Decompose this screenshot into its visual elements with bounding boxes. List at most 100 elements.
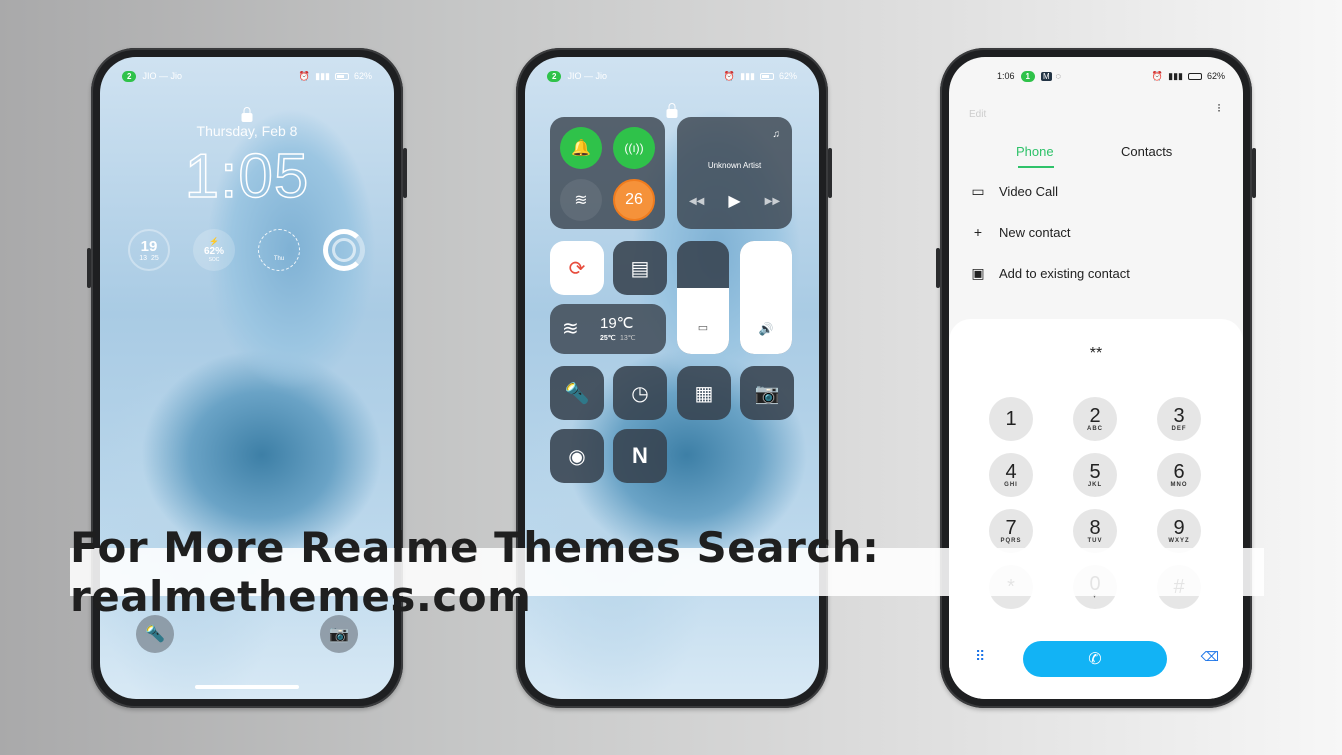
lock-icon — [666, 103, 678, 118]
battery-icon — [334, 72, 349, 80]
edit-button[interactable]: Edit — [969, 109, 986, 120]
battery-widget[interactable]: ⚡ 62% SOC — [193, 229, 235, 271]
tab-contacts[interactable]: Contacts — [1121, 144, 1172, 159]
wind-icon: ≋ — [562, 318, 579, 340]
timer-icon: ◷ — [631, 382, 649, 405]
key-3[interactable]: 3 DEF — [1157, 397, 1201, 441]
menu-add-existing[interactable]: ▣ Add to existing contact — [971, 265, 1130, 282]
wifi-toggle[interactable]: ≋ — [560, 179, 602, 221]
tab-indicator — [1018, 166, 1054, 168]
volume-slider[interactable]: 🔊 — [740, 241, 792, 354]
key-letters: DEF — [1171, 426, 1187, 432]
charge-icon: ⚡ — [209, 237, 219, 246]
battery-widget-value: 62% — [203, 246, 224, 257]
menu-label: Add to existing contact — [999, 266, 1130, 281]
connectivity-panel: 🔔 ((ı)) ≋ 26 — [550, 117, 665, 229]
timer-button[interactable]: ◷ — [613, 366, 667, 420]
signal-icon: ▮▮▮ — [315, 70, 330, 81]
media-artist: Unknown Artist — [707, 161, 762, 170]
dialpad-toggle-icon[interactable]: ⠿ — [975, 648, 985, 665]
key-digit: 4 — [1005, 461, 1017, 483]
hotspot-pill: 2 — [547, 70, 562, 82]
hotspot-pill: 1 — [1020, 70, 1035, 82]
calculator-icon: ▦ — [694, 382, 714, 405]
menu-video-call[interactable]: ▭ Video Call — [971, 183, 1058, 200]
weather-high: 25℃ — [600, 335, 616, 342]
previous-button[interactable]: ◀◀ — [689, 196, 704, 207]
rotation-lock-icon: ⟳ — [568, 257, 586, 280]
lock-time: 1:05 — [184, 141, 310, 212]
weather-temp: 19℃ — [600, 315, 634, 332]
weather-low: 13 — [139, 255, 148, 262]
status-bar: 1:06 1 M ◌ ⏰ ▮▮▮ 62% — [997, 69, 1225, 83]
flashlight-button[interactable]: 🔦 — [550, 366, 604, 420]
bell-icon: 🔔 — [571, 140, 591, 157]
weather-widget[interactable]: 19 13 25 — [128, 229, 170, 271]
battery-percent: 62% — [778, 71, 797, 81]
flashlight-icon: 🔦 — [145, 626, 165, 643]
app-icon-2: ◌ — [1055, 71, 1062, 81]
signal-icon: ▮▮▮ — [740, 70, 755, 81]
battery-percent: 62% — [1206, 71, 1225, 81]
key-4[interactable]: 4 GHI — [989, 453, 1033, 497]
more-options-icon[interactable]: ⁝ — [1217, 102, 1221, 114]
dialpad: ** 12ABC3DEF4GHI5JKL6MNO7PQRS8TUV9WXYZ*0… — [949, 319, 1243, 699]
alarm-icon: ⏰ — [1151, 70, 1164, 81]
key-5[interactable]: 5 JKL — [1073, 453, 1117, 497]
tab-phone[interactable]: Phone — [1016, 144, 1054, 159]
key-6[interactable]: 6 MNO — [1157, 453, 1201, 497]
key-letters: ABC — [1087, 426, 1103, 432]
call-button[interactable]: ✆ — [1023, 641, 1167, 677]
battery-icon — [1187, 72, 1202, 80]
key-digit: 2 — [1089, 405, 1101, 427]
hotspot-pill: 2 — [122, 70, 137, 82]
activity-widget[interactable] — [323, 229, 365, 271]
menu-new-contact[interactable]: + New contact — [971, 224, 1071, 240]
nfc-icon: N — [632, 443, 648, 468]
alarm-icon: ⏰ — [298, 70, 311, 81]
battery-percent: 62% — [353, 71, 372, 81]
calculator-button[interactable]: ▦ — [677, 366, 731, 420]
media-panel: ♫ Unknown Artist ◀◀ ▶ ▶▶ — [677, 117, 792, 229]
mobile-data-toggle[interactable]: ((ı)) — [613, 127, 655, 169]
next-button[interactable]: ▶▶ — [765, 196, 780, 207]
playlist-icon[interactable]: ♫ — [773, 129, 781, 140]
volume-button — [87, 248, 91, 288]
clock-widget[interactable]: Thu — [258, 229, 300, 271]
promo-banner: For More Realme Themes Search: realmethe… — [70, 523, 1264, 621]
camera-icon: 📷 — [754, 382, 780, 405]
key-letters: MNO — [1170, 482, 1188, 488]
key-1[interactable]: 1 — [989, 397, 1033, 441]
play-button[interactable]: ▶ — [728, 191, 740, 211]
status-bar: 2 JIO — Jio ⏰ ▮▮▮ 62% — [122, 69, 372, 83]
note-icon: ▤ — [630, 257, 650, 280]
key-letters: GHI — [1004, 482, 1018, 488]
camera-icon: 📷 — [329, 626, 349, 643]
speaker-icon: 🔊 — [758, 322, 774, 336]
weather-temp: 19 — [140, 238, 158, 255]
status-time: 1:06 — [997, 71, 1015, 81]
home-indicator[interactable] — [195, 685, 299, 689]
key-digit: 6 — [1173, 461, 1185, 483]
rotation-lock-button[interactable]: ⟳ — [550, 241, 604, 295]
screen-record-button[interactable]: ◉ — [550, 429, 604, 483]
power-button — [828, 148, 832, 198]
brightness-slider[interactable]: ▭ — [677, 241, 729, 354]
lock-icon — [241, 107, 253, 122]
camera-button[interactable]: 📷 — [740, 366, 794, 420]
phone-icon: ✆ — [1088, 651, 1102, 668]
menu-label: New contact — [999, 224, 1071, 240]
backspace-icon[interactable]: ⌫ — [1201, 649, 1219, 665]
lock-date: Thursday, Feb 8 — [196, 123, 298, 139]
record-icon: ◉ — [568, 445, 586, 468]
dialed-number: ** — [1089, 345, 1103, 362]
save-icon: ▣ — [971, 265, 985, 281]
wifi-icon: ≋ — [574, 192, 588, 209]
weather-tile[interactable]: ≋ 19℃ 25℃ 13℃ — [550, 304, 666, 354]
notes-button[interactable]: ▤ — [613, 241, 667, 295]
plus-icon: + — [973, 224, 983, 240]
key-2[interactable]: 2 ABC — [1073, 397, 1117, 441]
sound-toggle[interactable]: 🔔 — [560, 127, 602, 169]
brightness-level-toggle[interactable]: 26 — [613, 179, 655, 221]
nfc-button[interactable]: N — [613, 429, 667, 483]
